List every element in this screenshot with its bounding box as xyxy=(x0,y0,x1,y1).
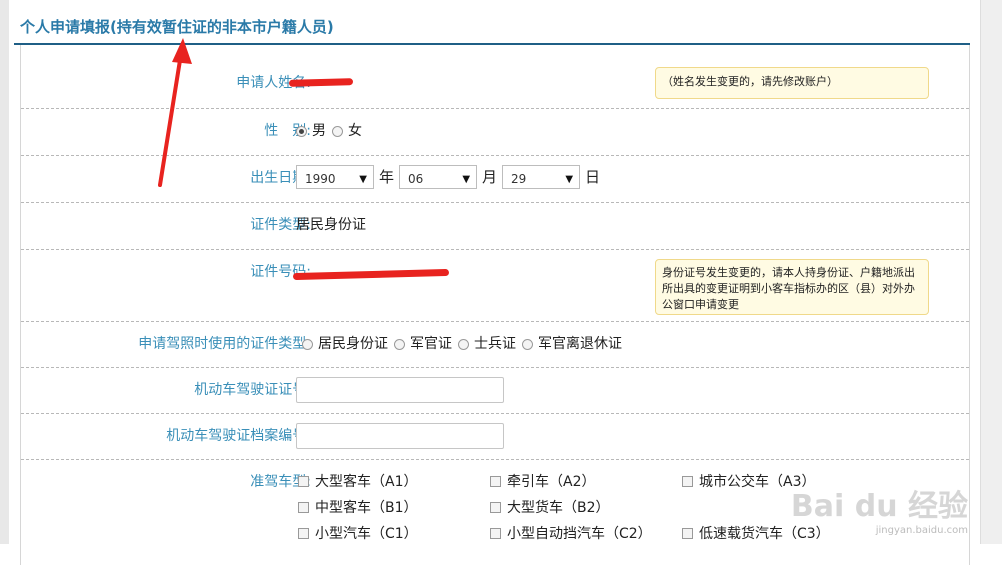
license-id-type-option: 居民身份证 xyxy=(318,336,388,352)
row-license-file-number: 机动车驾驶证档案编号: xyxy=(21,413,969,460)
license-file-number-input[interactable] xyxy=(296,423,504,449)
checkbox[interactable] xyxy=(490,476,501,487)
chevron-down-icon: ▼ xyxy=(565,174,574,185)
vehicle-class-option[interactable]: 小型自动挡汽车（C2） xyxy=(490,525,652,543)
checkbox[interactable] xyxy=(298,502,309,513)
row-name: 申请人姓名: （姓名发生变更的，请先修改账户） xyxy=(21,45,969,109)
gender-female-radio[interactable] xyxy=(332,125,343,137)
vehicle-class-option-label: 中型客车（B1） xyxy=(315,500,418,516)
watermark-sub: jingyan.baidu.com xyxy=(875,525,968,536)
row-id-type: 证件类型: 居民身份证 xyxy=(21,202,969,250)
id-type-value: 居民身份证 xyxy=(296,217,366,233)
vehicle-class-option[interactable]: 中型客车（B1） xyxy=(298,499,418,517)
birth-selects: 1990 ▼ 年 06 ▼ 月 29 ▼ 日 xyxy=(296,165,605,189)
checkbox[interactable] xyxy=(682,528,693,539)
license-id-type-radio-group: 居民身份证 军官证 士兵证 军官离退休证 xyxy=(302,334,626,354)
license-number-input[interactable] xyxy=(296,377,504,403)
redacted-id-number xyxy=(292,268,450,281)
name-change-note: （姓名发生变更的，请先修改账户） xyxy=(655,67,929,99)
vehicle-class-option[interactable]: 大型货车（B2） xyxy=(490,499,610,517)
license-id-type-option: 军官证 xyxy=(410,336,452,352)
checkbox[interactable] xyxy=(490,502,501,513)
license-number-label: 机动车驾驶证证号: xyxy=(194,382,311,398)
gender-radio-group: 男 女 xyxy=(296,121,366,141)
gender-female-label: 女 xyxy=(348,123,362,139)
chevron-down-icon: ▼ xyxy=(359,174,367,185)
vehicle-class-option-label: 大型货车（B2） xyxy=(507,500,610,516)
vehicle-class-option-label: 大型客车（A1） xyxy=(315,474,418,490)
birth-day-select[interactable]: 29 ▼ xyxy=(502,165,581,189)
license-id-type-label: 申请驾照时使用的证件类型: xyxy=(138,336,311,352)
license-id-type-radio[interactable] xyxy=(394,338,405,350)
license-id-type-radio[interactable] xyxy=(302,338,313,350)
gender-male-radio[interactable] xyxy=(296,125,307,137)
scrollbar[interactable] xyxy=(980,0,1002,544)
checkbox[interactable] xyxy=(682,476,693,487)
day-unit: 日 xyxy=(585,168,601,186)
window-left-edge xyxy=(0,0,9,544)
license-file-number-label: 机动车驾驶证档案编号: xyxy=(166,428,311,444)
vehicle-class-option-label: 小型自动挡汽车（C2） xyxy=(507,526,652,542)
birth-year-value: 1990 xyxy=(305,172,336,186)
row-id-number: 证件号码: 身份证号发生变更的，请本人持身份证、户籍地派出所出具的变更证明到小客… xyxy=(21,249,969,322)
row-license-id-type: 申请驾照时使用的证件类型: 居民身份证 军官证 士兵证 军官离退休证 xyxy=(21,321,969,368)
license-id-type-option: 军官离退休证 xyxy=(538,336,622,352)
row-birth-date: 出生日期: 1990 ▼ 年 06 ▼ 月 29 ▼ 日 xyxy=(21,155,969,203)
gender-male-label: 男 xyxy=(312,123,326,139)
license-id-type-option: 士兵证 xyxy=(474,336,516,352)
checkbox[interactable] xyxy=(298,476,309,487)
checkbox[interactable] xyxy=(490,528,501,539)
id-change-note: 身份证号发生变更的，请本人持身份证、户籍地派出所出具的变更证明到小客车指标办的区… xyxy=(655,259,929,315)
vehicle-class-option-label: 小型汽车（C1） xyxy=(315,526,418,542)
watermark-text: Bai du 经验 xyxy=(790,489,968,524)
vehicle-class-option[interactable]: 牵引车（A2） xyxy=(490,473,595,491)
checkbox[interactable] xyxy=(298,528,309,539)
chevron-down-icon: ▼ xyxy=(462,174,471,185)
license-id-type-radio[interactable] xyxy=(522,338,533,350)
birth-day-value: 29 xyxy=(511,172,527,186)
vehicle-class-option[interactable]: 小型汽车（C1） xyxy=(298,525,418,543)
birth-month-value: 06 xyxy=(408,172,424,186)
page-title: 个人申请填报(持有效暂住证的非本市户籍人员) xyxy=(20,18,334,36)
vehicle-class-option[interactable]: 大型客车（A1） xyxy=(298,473,417,491)
month-unit: 月 xyxy=(482,168,498,186)
baidu-watermark: Bai du 经验 jingyan.baidu.com xyxy=(791,481,968,536)
vehicle-class-option-label: 牵引车（A2） xyxy=(507,474,596,490)
year-unit: 年 xyxy=(379,168,395,186)
redacted-name xyxy=(288,78,354,87)
birth-year-select[interactable]: 1990 ▼ xyxy=(296,165,374,189)
birth-month-select[interactable]: 06 ▼ xyxy=(399,165,478,189)
row-gender: 性 别: 男 女 xyxy=(21,108,969,156)
row-license-number: 机动车驾驶证证号: xyxy=(21,367,969,414)
license-id-type-radio[interactable] xyxy=(458,338,469,350)
